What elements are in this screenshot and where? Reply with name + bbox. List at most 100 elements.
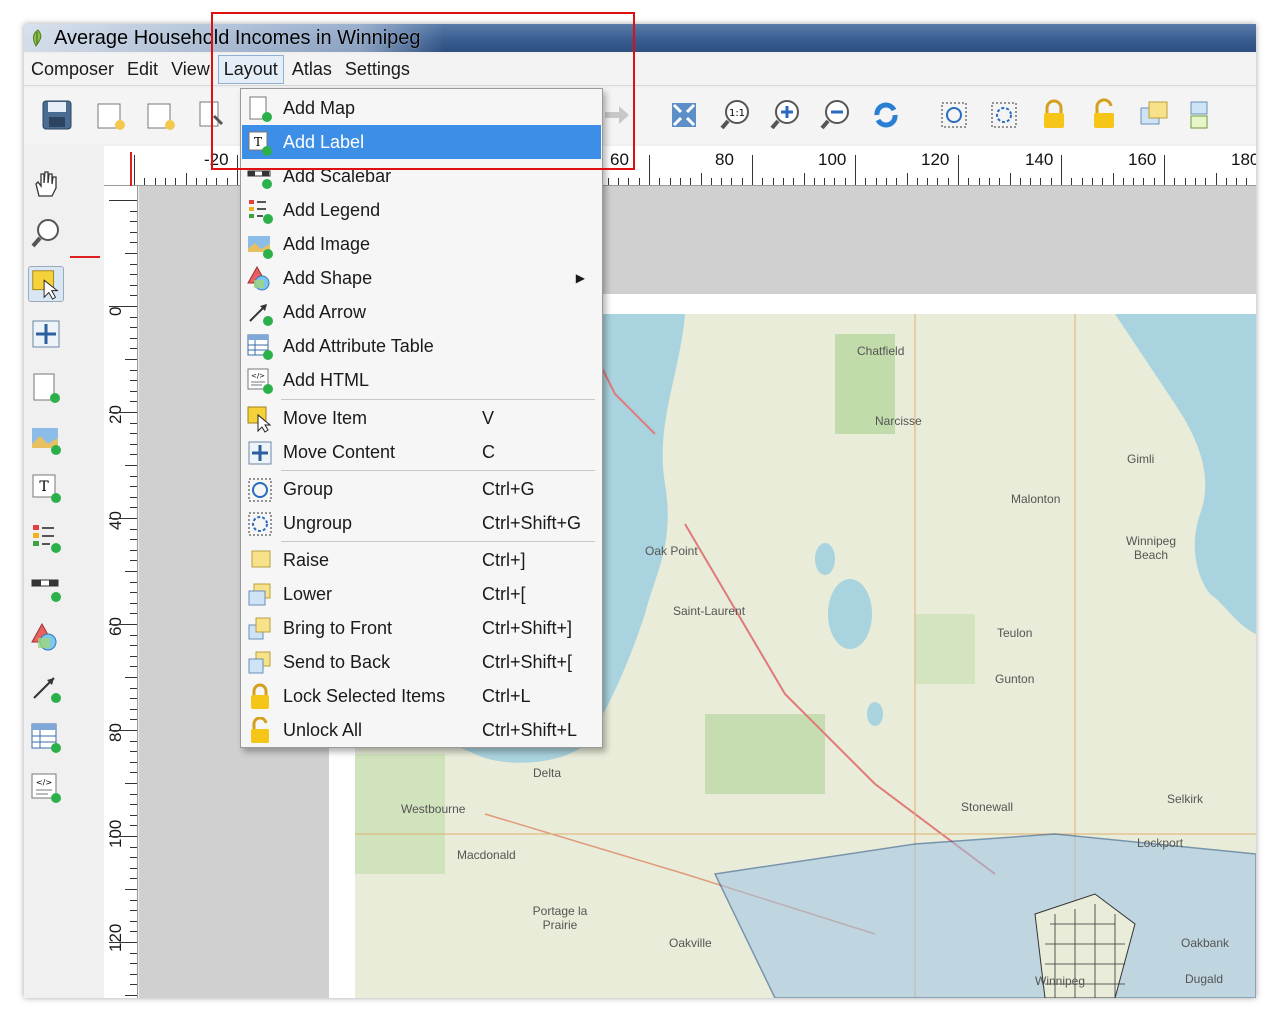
ruler-tick — [1091, 178, 1093, 185]
menu-item-move-content[interactable]: Move Content C — [242, 435, 601, 469]
menu-view[interactable]: View — [166, 56, 215, 83]
add-html-tool-icon[interactable]: </> — [28, 770, 64, 806]
add-label-tool-icon[interactable]: T — [28, 470, 64, 506]
menu-item-add-map[interactable]: Add Map — [242, 91, 601, 125]
map-label: Westbourne — [401, 802, 466, 816]
zoom-tool-icon[interactable] — [28, 216, 64, 252]
ruler-tick — [109, 836, 137, 837]
add-attribute-table-tool-icon[interactable] — [28, 720, 64, 756]
raise-icon — [251, 550, 271, 568]
vruler-label: 120 — [106, 923, 125, 952]
zoom-in-icon[interactable] — [769, 98, 803, 132]
menu-item-lower[interactable]: Lower Ctrl+[ — [242, 577, 601, 611]
ruler-tick — [130, 486, 137, 488]
map-label: Lockport — [1137, 836, 1184, 850]
ruler-tick — [130, 274, 137, 276]
map-label: Dugald — [1185, 972, 1224, 986]
menu-item-shortcut: Ctrl+Shift+[ — [482, 651, 573, 672]
menu-item-add-attribute-table[interactable]: Add Attribute Table — [242, 329, 601, 363]
svg-text:T: T — [39, 479, 49, 495]
align-items-icon[interactable] — [1187, 98, 1221, 132]
add-legend-tool-icon[interactable] — [28, 520, 64, 556]
ruler-tick — [109, 942, 137, 943]
ruler-tick — [130, 221, 137, 223]
add-shape-tool-icon[interactable] — [28, 620, 64, 656]
menu-item-label: Bring to Front — [283, 617, 393, 638]
ruler-tick — [130, 549, 137, 551]
menu-item-add-legend[interactable]: Add Legend — [242, 193, 601, 227]
unlock-items-icon[interactable] — [1087, 98, 1121, 132]
ruler-tick — [1184, 178, 1186, 185]
lock-icon — [251, 683, 269, 709]
redo-icon[interactable] — [599, 98, 633, 132]
menu-item-move-item[interactable]: Move Item V — [242, 401, 601, 435]
menu-item-group[interactable]: Group Ctrl+G — [242, 472, 601, 506]
menu-item-add-arrow[interactable]: Add Arrow — [242, 295, 601, 329]
menu-item-add-label[interactable]: T Add Label — [242, 125, 601, 159]
ruler-tick — [741, 178, 743, 185]
select-move-item-icon[interactable] — [28, 266, 64, 302]
menu-item-bring-to-front[interactable]: Bring to Front Ctrl+Shift+] — [242, 611, 601, 645]
cursor-position-marker-v — [70, 256, 100, 258]
add-map-tool-icon[interactable] — [28, 370, 64, 406]
move-item-content-icon[interactable] — [28, 316, 64, 352]
menu-item-label: Add Image — [283, 233, 371, 254]
zoom-out-icon[interactable] — [819, 98, 853, 132]
ruler-tick — [130, 761, 137, 763]
map-label: Stonewall — [961, 800, 1014, 814]
pan-hand-icon[interactable] — [28, 166, 64, 202]
menu-item-label: Add Scalebar — [283, 165, 392, 186]
lock-items-icon[interactable] — [1037, 98, 1071, 132]
menu-edit[interactable]: Edit — [122, 56, 163, 83]
menu-item-lock-selected-items[interactable]: Lock Selected Items Ctrl+L — [242, 679, 601, 713]
ruler-tick — [978, 178, 980, 185]
menu-item-add-html[interactable]: </> Add HTML — [242, 363, 601, 397]
ruler-tick — [130, 634, 137, 636]
ruler-tick — [130, 581, 137, 583]
raise-items-icon[interactable] — [1137, 98, 1171, 132]
zoom-actual-icon[interactable]: 1:1 — [719, 98, 753, 132]
ruler-tick — [916, 178, 918, 185]
menu-settings[interactable]: Settings — [340, 56, 415, 83]
zoom-full-icon[interactable] — [667, 98, 701, 132]
save-icon[interactable] — [40, 98, 74, 132]
menu-item-unlock-all[interactable]: Unlock All Ctrl+Shift+L — [242, 713, 601, 747]
menu-item-label: Add HTML — [283, 369, 370, 390]
menu-separator — [281, 541, 595, 542]
ruler-tick — [638, 178, 640, 185]
menu-layout[interactable]: Layout — [217, 55, 284, 84]
vruler-label: 100 — [106, 819, 125, 848]
duplicate-composer-icon[interactable] — [144, 98, 178, 132]
map-label: Macdonald — [457, 848, 516, 862]
ruler-tick — [1050, 178, 1052, 185]
composer-manager-icon[interactable] — [194, 98, 228, 132]
bring-to-front-icon — [248, 617, 271, 640]
menu-separator — [281, 470, 595, 471]
group-items-icon[interactable] — [937, 98, 971, 132]
menu-atlas[interactable]: Atlas — [287, 56, 337, 83]
ungroup-items-icon[interactable] — [987, 98, 1021, 132]
ruler-tick — [896, 178, 898, 185]
menu-item-add-shape[interactable]: Add Shape ▶ — [242, 261, 601, 295]
ruler-tick — [1030, 178, 1032, 185]
add-image-tool-icon[interactable] — [28, 420, 64, 456]
ruler-tick — [1194, 178, 1196, 185]
menu-composer[interactable]: Composer — [26, 56, 119, 83]
ruler-tick — [130, 560, 137, 562]
ruler-tick — [834, 178, 836, 185]
menu-item-send-to-back[interactable]: Send to Back Ctrl+Shift+[ — [242, 645, 601, 679]
menu-item-add-scalebar[interactable]: Add Scalebar — [242, 159, 601, 193]
refresh-icon[interactable] — [869, 98, 903, 132]
new-composer-icon[interactable] — [94, 98, 128, 132]
ruler-tick — [130, 645, 137, 647]
add-scalebar-tool-icon[interactable] — [28, 570, 64, 606]
ruler-tick — [1081, 178, 1083, 185]
menu-item-ungroup[interactable]: Ungroup Ctrl+Shift+G — [242, 506, 601, 540]
menu-item-raise[interactable]: Raise Ctrl+] — [242, 543, 601, 577]
ruler-tick — [130, 740, 137, 742]
menu-item-label: Add Arrow — [283, 301, 367, 322]
ruler-tick — [130, 210, 137, 212]
menu-item-add-image[interactable]: Add Image — [242, 227, 601, 261]
add-arrow-tool-icon[interactable] — [28, 670, 64, 706]
ruler-tick — [1174, 178, 1176, 185]
